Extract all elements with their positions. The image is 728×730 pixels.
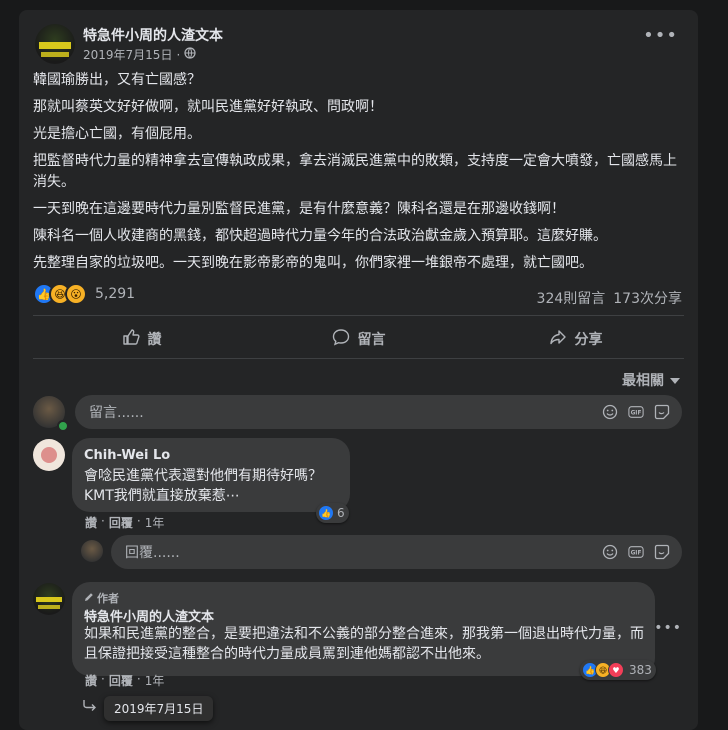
user-avatar[interactable] [81,540,103,562]
comment-text-line: 會唸民進黨代表還對他們有期待好嗎？ [84,468,322,484]
svg-text:GIF: GIF [631,551,642,557]
comment-text: 如果和民進黨的整合，是要把違法和不公義的部分整合進來，那我第一個退出時代力量，而… [84,626,644,662]
comment-text-line: KMT我們就直接放棄惹⋯ [84,488,240,504]
share-button[interactable]: 分享 [467,322,684,356]
pencil-icon [84,592,94,605]
comment-like-link[interactable]: 讚 [85,672,97,689]
sticker-icon[interactable] [654,544,670,560]
comment-reactions[interactable]: 👍 😆 ♥ 383 [580,660,656,680]
thumbs-up-icon [122,328,140,350]
post-paragraph: 陳科名一個人收建商的黑錢，都快超過時代力量今年的合法政治獻金歲入預算耶。這麼好賺… [33,228,607,244]
share-count[interactable]: 173次分享 [613,288,682,308]
comment-button[interactable]: 留言 [250,322,467,356]
sort-dropdown[interactable]: 最相關 [622,370,680,390]
wow-reaction-icon: 😮 [65,283,87,305]
post-paragraph: 韓國瑜勝出，又有亡國感？ [33,72,201,88]
action-bar: 讚 留言 分享 [33,322,684,356]
speech-bubble-icon [332,328,350,350]
post-stats: 324則留言 173次分享 [537,288,682,308]
globe-icon [184,47,196,62]
svg-text:GIF: GIF [631,411,642,417]
love-reaction-icon: ♥ [608,662,624,678]
reply-input[interactable]: 回覆...... GIF [111,535,682,569]
share-arrow-icon [549,328,567,350]
author-reply-bubble: 作者 特急件小周的人渣文本 如果和民進黨的整合，是要把違法和不公義的部分整合進來… [72,582,655,676]
caret-down-icon [670,372,680,388]
comment-footer: 讚 · 回覆 · 1年 [85,514,165,531]
comment-reply-link[interactable]: 回覆 [109,672,133,689]
reply-arrow-icon [83,696,97,715]
page-avatar[interactable] [35,24,75,64]
comment-input[interactable]: 留言...... GIF [75,395,682,429]
comment-reactions[interactable]: 👍 6 [316,503,349,523]
comment-more-button[interactable]: ••• [654,621,682,635]
comment-time[interactable]: 1年 [145,672,165,689]
post-paragraph: 把監督時代力量的精神拿去宣傳執政成果，拿去消滅民進黨中的敗類，支持度一定會大噴發… [33,153,677,190]
post-paragraph: 光是擔心亡國，有個屁用。 [33,126,201,142]
post-card: 特急件小周的人渣文本 2019年7月15日 · ••• 韓國瑜勝出，又有亡國感？… [19,10,698,730]
divider [33,358,684,359]
comment-bubble: Chih-Wei Lo 會唸民進黨代表還對他們有期待好嗎？ KMT我們就直接放棄… [72,438,350,512]
like-reaction-icon: 👍 [318,505,334,521]
divider [33,315,684,316]
post-paragraph: 那就叫蔡英文好好做啊，就叫民進黨好好執政、問政啊！ [33,99,383,115]
page-name[interactable]: 特急件小周的人渣文本 [83,25,223,45]
page-avatar[interactable] [33,583,65,615]
comment-author[interactable]: Chih-Wei Lo [84,448,170,463]
gif-icon[interactable]: GIF [628,544,644,560]
gif-icon[interactable]: GIF [628,404,644,420]
commenter-avatar[interactable] [33,439,65,471]
comment-like-link[interactable]: 讚 [85,514,97,531]
reaction-summary[interactable]: 👍 😆 😮 5,291 [33,283,135,305]
post-meta: 2019年7月15日 · [83,46,196,63]
emoji-icon[interactable] [602,404,618,420]
date-tooltip: 2019年7月15日 [104,696,214,721]
comment-count[interactable]: 324則留言 [537,288,606,308]
post-paragraph: 先整理自家的垃圾吧。一天到晚在影帝影帝的鬼叫，你們家裡一堆銀帝不處理，就亡國吧。 [33,255,593,271]
emoji-icon[interactable] [602,544,618,560]
comment-author[interactable]: 特急件小周的人渣文本 [84,606,214,625]
comment-time[interactable]: 1年 [145,514,165,531]
comment-reply-link[interactable]: 回覆 [109,514,133,531]
more-options-button[interactable]: ••• [643,27,678,45]
post-paragraph: 一天到晚在這邊要時代力量別監督民進黨，是有什麼意義？陳科名還是在那邊收錢啊！ [33,201,565,217]
post-body: 韓國瑜勝出，又有亡國感？ 那就叫蔡英文好好做啊，就叫民進黨好好執政、問政啊！ 光… [33,70,683,280]
online-status-icon [57,420,69,432]
like-button[interactable]: 讚 [33,322,250,356]
post-date[interactable]: 2019年7月15日 [83,46,172,63]
sticker-icon[interactable] [654,404,670,420]
author-badge: 作者 [84,590,119,606]
reaction-count[interactable]: 5,291 [95,286,135,302]
comment-footer: 讚 · 回覆 · 1年 [85,672,165,689]
